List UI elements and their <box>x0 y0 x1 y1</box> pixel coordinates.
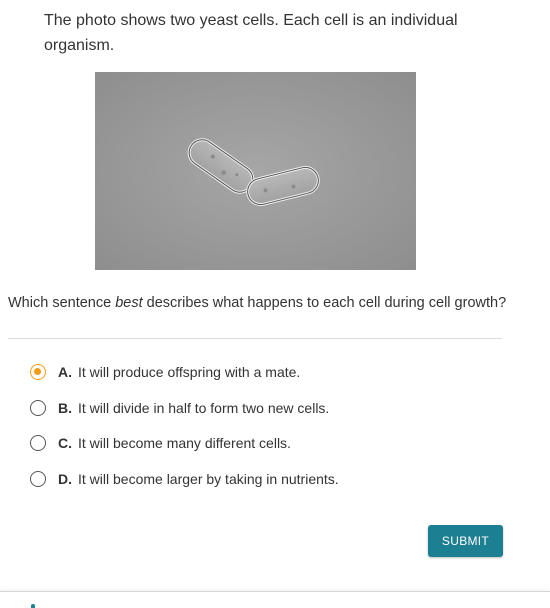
option-letter-d: D. <box>58 471 72 487</box>
option-text-d: It will become larger by taking in nutri… <box>78 471 339 487</box>
option-letter-a: A. <box>58 364 72 380</box>
divider <box>8 338 502 339</box>
toolbar-indicator <box>31 604 35 608</box>
option-a[interactable]: A. It will produce offspring with a mate… <box>30 360 500 384</box>
option-letter-b: B. <box>58 400 72 416</box>
option-c[interactable]: C. It will become many different cells. <box>30 431 500 455</box>
radio-button-d[interactable] <box>30 471 46 487</box>
bottom-toolbar <box>0 591 550 608</box>
option-text-a: It will produce offspring with a mate. <box>78 364 301 380</box>
radio-button-c[interactable] <box>30 435 46 451</box>
option-text-b: It will divide in half to form two new c… <box>78 400 330 416</box>
question-prefix: Which sentence <box>8 295 116 311</box>
radio-button-a[interactable] <box>30 364 46 380</box>
option-d[interactable]: D. It will become larger by taking in nu… <box>30 467 500 491</box>
option-letter-c: C. <box>58 435 72 451</box>
yeast-cells-photo <box>95 72 416 270</box>
option-text-c: It will become many different cells. <box>78 435 291 451</box>
question-suffix: describes what happens to each cell duri… <box>142 295 507 311</box>
option-b[interactable]: B. It will divide in half to form two ne… <box>30 396 500 420</box>
question-emphasis: best <box>115 295 143 311</box>
question-page: The photo shows two yeast cells. Each ce… <box>0 0 550 608</box>
radio-button-b[interactable] <box>30 400 46 416</box>
question-text: Which sentence best describes what happe… <box>8 294 538 312</box>
submit-button[interactable]: SUBMIT <box>428 525 503 557</box>
passage-text: The photo shows two yeast cells. Each ce… <box>44 12 458 54</box>
